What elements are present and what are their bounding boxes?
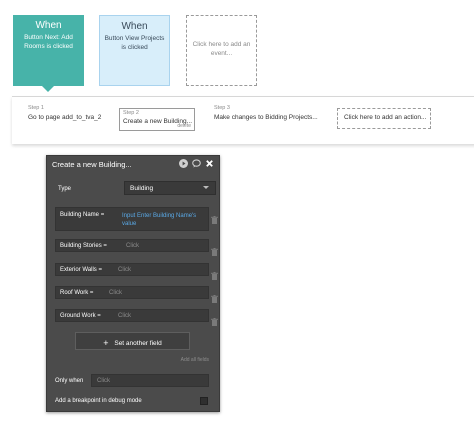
- action-steps-strip: Step 1 Go to page add_to_tva_2 Step 2 Cr…: [12, 96, 474, 144]
- set-another-field-button[interactable]: + Set another field: [75, 332, 190, 350]
- field-value[interactable]: Click: [118, 313, 131, 319]
- field-name: Exterior Walls =: [60, 267, 102, 273]
- step-number-label: Step 1: [28, 105, 44, 111]
- type-select[interactable]: Building: [124, 181, 216, 195]
- breakpoint-checkbox[interactable]: [200, 397, 208, 405]
- field-value[interactable]: Click: [118, 267, 131, 273]
- event-description: Button View Projects is clicked: [104, 35, 165, 51]
- trash-icon[interactable]: [211, 290, 218, 303]
- play-icon[interactable]: [179, 159, 188, 168]
- panel-header: Create a new Building...: [47, 156, 219, 173]
- only-when-label: Only when: [55, 378, 84, 384]
- field-value[interactable]: Click: [126, 243, 139, 249]
- step-text: Make changes to Bidding Projects...: [214, 114, 318, 121]
- field-name: Roof Work =: [60, 290, 94, 296]
- trash-icon[interactable]: [211, 267, 218, 280]
- selected-event-pointer: [42, 86, 54, 92]
- chevron-down-icon: [203, 186, 209, 189]
- field-ground-work[interactable]: Ground Work = Click: [55, 309, 218, 326]
- field-building-stories[interactable]: Building Stories = Click: [55, 239, 218, 256]
- set-another-field-label: Set another field: [114, 340, 162, 347]
- only-when-placeholder: Click: [97, 378, 110, 384]
- event-when-label: When: [121, 21, 148, 32]
- type-selected-value: Building: [130, 185, 154, 192]
- step-1[interactable]: Step 1 Go to page add_to_tva_2: [28, 105, 101, 121]
- type-label: Type: [58, 186, 72, 192]
- field-roof-work[interactable]: Roof Work = Click: [55, 286, 218, 303]
- step-number-label: Step 3: [214, 105, 230, 111]
- field-name: Building Stories =: [60, 243, 107, 249]
- step-3[interactable]: Step 3 Make changes to Bidding Projects.…: [214, 105, 318, 121]
- event-when-label: When: [35, 20, 62, 31]
- close-icon[interactable]: [205, 159, 214, 168]
- field-name: Building Name =: [60, 212, 105, 218]
- trash-icon[interactable]: [211, 243, 218, 256]
- field-value[interactable]: Input Enter Building Name's value: [122, 212, 206, 228]
- trash-icon[interactable]: [211, 313, 218, 326]
- trash-icon[interactable]: [211, 211, 218, 224]
- event-description: Button Next: Add Rooms is clicked: [24, 34, 73, 50]
- panel-title: Create a new Building...: [52, 160, 132, 169]
- add-action-button[interactable]: Click here to add an action...: [337, 108, 431, 129]
- field-name: Ground Work =: [60, 313, 101, 319]
- add-event-card[interactable]: Click here to add an event...: [186, 15, 257, 86]
- field-building-name[interactable]: Building Name = Input Enter Building Nam…: [55, 207, 218, 231]
- breakpoint-label: Add a breakpoint in debug mode: [55, 398, 142, 404]
- step-2[interactable]: Step 2 Create a new Building... delete: [119, 108, 195, 131]
- event-card-add-rooms[interactable]: When Button Next: Add Rooms is clicked: [13, 15, 84, 86]
- comment-icon[interactable]: [192, 159, 201, 168]
- event-card-view-projects[interactable]: When Button View Projects is clicked: [99, 15, 170, 86]
- add-action-label: Click here to add an action...: [344, 114, 427, 121]
- step-text: Go to page add_to_tva_2: [28, 114, 102, 121]
- add-event-label: Click here to add an event...: [192, 41, 251, 57]
- delete-step-link[interactable]: delete: [177, 123, 191, 129]
- plus-icon: +: [103, 338, 109, 348]
- step-number-label: Step 2: [123, 110, 139, 116]
- field-value[interactable]: Click: [109, 290, 122, 296]
- field-exterior-walls[interactable]: Exterior Walls = Click: [55, 263, 218, 280]
- add-all-fields-link[interactable]: Add all fields: [181, 357, 209, 363]
- action-properties-panel: Create a new Building... Type Building B…: [46, 155, 220, 412]
- only-when-input[interactable]: Click: [91, 374, 209, 387]
